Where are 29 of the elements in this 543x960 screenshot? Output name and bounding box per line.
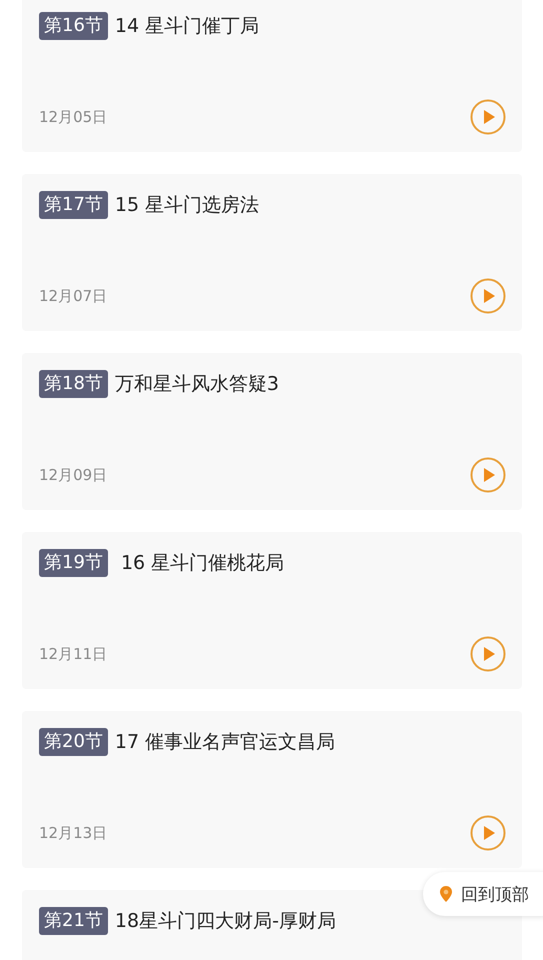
lesson-title: 万和星斗风水答疑3 [114, 372, 279, 397]
lesson-date: 12月11日 [39, 644, 108, 664]
lesson-number-tag: 第21节 [39, 907, 108, 935]
lesson-title: 14 星斗门催丁局 [114, 14, 260, 39]
lesson-number-tag: 第17节 [39, 191, 108, 219]
lesson-date: 12月13日 [39, 824, 108, 842]
location-pin-icon [439, 885, 453, 903]
lesson-title: 17 催事业名声官运文昌局 [114, 730, 336, 755]
lesson-title: 15 星斗门选房法 [114, 193, 260, 218]
play-icon[interactable] [470, 815, 506, 851]
lesson-card[interactable]: 第18节 万和星斗风水答疑3 12月09日 [22, 353, 522, 510]
lesson-date: 12月05日 [39, 108, 108, 126]
play-icon[interactable] [470, 457, 506, 493]
lesson-card[interactable]: 第17节 15 星斗门选房法 12月07日 [22, 174, 522, 331]
lesson-number-tag: 第20节 [39, 728, 108, 756]
back-to-top-button[interactable]: 回到顶部 [423, 872, 543, 916]
lesson-card[interactable]: 第19节 16 星斗门催桃花局 12月11日 [22, 532, 522, 689]
lesson-number-tag: 第16节 [39, 12, 108, 40]
lesson-number-tag: 第18节 [39, 370, 108, 398]
lesson-title: 16 星斗门催桃花局 [120, 551, 284, 576]
lesson-date: 12月07日 [39, 286, 108, 306]
play-icon[interactable] [470, 99, 506, 135]
play-icon[interactable] [470, 278, 506, 314]
lesson-date: 12月09日 [39, 466, 108, 484]
lesson-card[interactable]: 第20节 17 催事业名声官运文昌局 12月13日 [22, 711, 522, 868]
lesson-title: 18星斗门四大财局-厚财局 [114, 909, 336, 934]
lesson-card[interactable]: 第16节 14 星斗门催丁局 12月05日 [22, 0, 522, 152]
lesson-number-tag: 第19节 [39, 549, 108, 577]
play-icon[interactable] [470, 636, 506, 672]
